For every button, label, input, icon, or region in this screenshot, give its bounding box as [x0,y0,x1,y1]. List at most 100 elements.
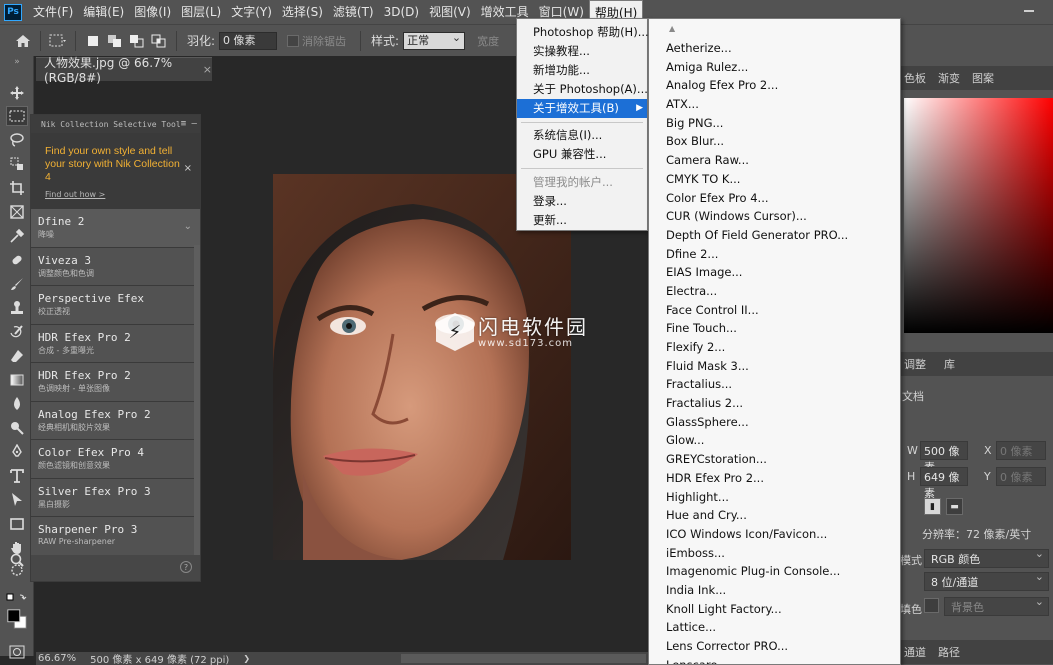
collapse-icon[interactable]: » [6,56,28,68]
x-input[interactable]: 0 像素 [996,441,1046,460]
plugin-item[interactable]: Camera Raw... [649,151,900,170]
pen-tool-icon[interactable] [6,442,28,462]
tab-patterns[interactable]: 图案 [972,70,994,86]
menu-3d[interactable]: 3D(D) [379,0,424,24]
antialias-checkbox[interactable] [287,34,300,47]
background-select[interactable]: 背景色 [944,595,1049,616]
menu-item-sign-in[interactable]: 登录... [517,192,647,211]
plugin-item[interactable]: Face Control II... [649,301,900,320]
bit-depth-select[interactable]: 8 位/通道 [924,570,1049,591]
plugin-item[interactable]: Fractalius 2... [649,394,900,413]
color-picker-field[interactable] [904,98,1053,333]
swap-colors-icon[interactable] [6,588,28,608]
menu-view[interactable]: 视图(V) [424,0,476,24]
fill-swatch[interactable] [924,598,939,613]
plugin-item[interactable]: Lattice... [649,618,900,637]
plugin-item[interactable]: Fluid Mask 3... [649,357,900,376]
plugin-item[interactable]: CMYK TO K... [649,170,900,189]
tab-channels[interactable]: 通道 [904,644,926,660]
plugin-item[interactable]: Fractalius... [649,375,900,394]
width-input[interactable]: 500 像素 [920,441,968,474]
scroll-up-icon[interactable]: ▲ [669,24,675,33]
portrait-orientation-icon[interactable]: ▮ [924,498,941,515]
nik-panel-controls[interactable]: ≡ ‒ × [181,119,200,129]
lasso-tool-icon[interactable] [6,130,28,150]
add-selection-icon[interactable] [104,30,126,52]
color-swatches-icon[interactable] [6,606,28,632]
nik-item-dfine[interactable]: Dfine 2 降噪 ⌄ [31,209,200,248]
plugin-item[interactable]: Box Blur... [649,132,900,151]
menu-file[interactable]: 文件(F) [28,0,78,24]
plugin-item[interactable]: Knoll Light Factory... [649,600,900,619]
plugin-item[interactable]: ATX... [649,95,900,114]
nik-item-analog-efex[interactable]: Analog Efex Pro 2 经典相机和胶片效果 [31,401,200,440]
horizontal-scrollbar[interactable] [401,654,646,663]
feather-input[interactable]: 0 像素 [219,31,278,50]
blur-tool-icon[interactable] [6,394,28,414]
nik-item-sharpener[interactable]: Sharpener Pro 3 RAW Pre-sharpener [31,517,200,556]
brush-tool-icon[interactable] [6,274,28,294]
tab-gradients[interactable]: 渐变 [938,70,960,86]
chevron-down-icon[interactable]: ⌄ [184,221,192,232]
nik-item-silver-efex[interactable]: Silver Efex Pro 3 黑白摄影 [31,478,200,517]
zoom-level[interactable]: 66.67% [38,653,76,664]
subtract-selection-icon[interactable] [126,30,148,52]
plugin-item[interactable]: EIAS Image... [649,263,900,282]
landscape-orientation-icon[interactable]: ▬ [946,498,963,515]
frame-tool-icon[interactable] [6,202,28,222]
plugin-item[interactable]: iEmboss... [649,544,900,563]
menu-item-photoshop-help[interactable]: Photoshop 帮助(H)... [517,23,649,42]
menu-edit[interactable]: 编辑(E) [78,0,129,24]
menu-filter[interactable]: 滤镜(T) [328,0,379,24]
marquee-preset-icon[interactable] [47,30,69,52]
nik-promo-link[interactable]: Find out how > [45,190,186,199]
edit-toolbar-icon[interactable] [6,560,28,580]
dodge-tool-icon[interactable] [6,418,28,438]
plugin-item[interactable]: Aetherize... [649,39,900,58]
close-icon[interactable]: × [184,163,192,174]
tab-swatches[interactable]: 色板 [904,70,926,86]
new-selection-icon[interactable] [82,30,104,52]
tab-libraries[interactable]: 库 [944,356,955,372]
plugin-item[interactable]: CUR (Windows Cursor)... [649,207,900,226]
y-input[interactable]: 0 像素 [996,467,1046,486]
plugin-item[interactable]: GREYCstoration... [649,450,900,469]
nik-item-perspective-efex[interactable]: Perspective Efex 校正透视 [31,286,200,325]
plugin-item[interactable]: ICO Windows Icon/Favicon... [649,525,900,544]
menu-item-tutorials[interactable]: 实操教程... [517,42,647,61]
plugin-item[interactable]: Lens Corrector PRO... [649,637,900,656]
menu-item-updates[interactable]: 更新... [517,211,647,230]
intersect-selection-icon[interactable] [148,30,170,52]
plugin-item[interactable]: Amiga Rulez... [649,58,900,77]
plugin-item[interactable]: Highlight... [649,488,900,507]
path-select-tool-icon[interactable] [6,490,28,510]
menu-select[interactable]: 选择(S) [277,0,328,24]
mode-select[interactable]: RGB 颜色 [924,547,1049,568]
plugin-item[interactable]: Fine Touch... [649,319,900,338]
minimize-icon[interactable] [1023,5,1035,17]
history-brush-tool-icon[interactable] [6,322,28,342]
plugin-item[interactable]: Lenscare... [649,656,900,664]
canvas-image[interactable] [273,174,571,560]
plugin-item[interactable]: Electra... [649,282,900,301]
nik-panel-header[interactable]: Nik Collection Selective Tool ≡ ‒ × [31,115,200,133]
clone-stamp-tool-icon[interactable] [6,298,28,318]
close-tab-icon[interactable]: × [203,63,212,76]
plugin-item[interactable]: Big PNG... [649,114,900,133]
move-tool-icon[interactable] [6,83,28,103]
eyedropper-tool-icon[interactable] [6,226,28,246]
menu-item-about-plugins[interactable]: 关于增效工具(B) ▶ [517,99,647,118]
plugin-item[interactable]: India Ink... [649,581,900,600]
tab-adjustments[interactable]: 调整 [904,356,926,372]
quick-mask-icon[interactable] [6,642,28,662]
menu-layer[interactable]: 图层(L) [176,0,226,24]
nik-item-hdr-tonemap[interactable]: HDR Efex Pro 2 色调映射 - 单张图像 [31,363,200,402]
nik-item-color-efex[interactable]: Color Efex Pro 4 颜色滤镜和创意效果 [31,440,200,479]
menu-image[interactable]: 图像(I) [129,0,176,24]
menu-item-whats-new[interactable]: 新增功能... [517,61,647,80]
menu-type[interactable]: 文字(Y) [226,0,277,24]
plugin-item[interactable]: Hue and Cry... [649,506,900,525]
plugin-item[interactable]: Depth Of Field Generator PRO... [649,226,900,245]
nik-scrollbar[interactable] [194,245,200,555]
plugin-item[interactable]: Flexify 2... [649,338,900,357]
